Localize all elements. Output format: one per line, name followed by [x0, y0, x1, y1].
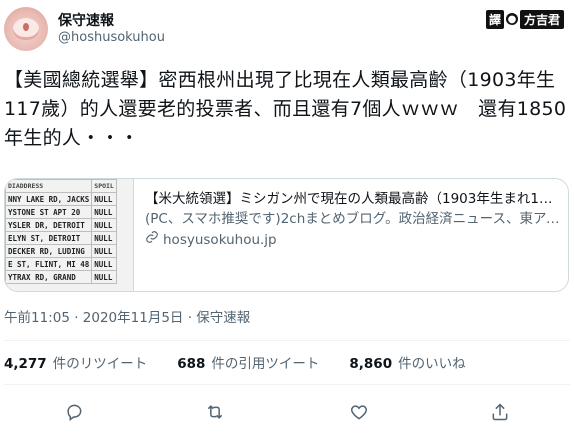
- table-row: YTRAX RD, GRAND NULL: [5, 270, 117, 284]
- tweet-timestamp[interactable]: 午前11:05 · 2020年11月5日 · 保守速報: [4, 306, 250, 326]
- table-row: DECKER RD, LUDING NULL: [5, 244, 117, 258]
- retweet-icon[interactable]: [203, 400, 227, 424]
- table-row: YSTONE ST APT 20 NULL: [5, 205, 117, 219]
- account-name[interactable]: 保守速報: [58, 10, 114, 30]
- table-cell: NULL: [91, 192, 117, 206]
- likes-count: 8,860: [349, 356, 393, 372]
- table-row: E ST, FLINT, MI 48 NULL: [5, 257, 117, 271]
- translator-watermark: 譯 ● 方吉君: [482, 8, 568, 30]
- table-row: NNY LAKE RD, JACKS NULL: [5, 192, 117, 206]
- divider: [4, 384, 570, 385]
- card-domain[interactable]: hosyusokuhou.jp: [145, 230, 561, 250]
- table-row: DIADDRESS SPOIL: [5, 179, 117, 193]
- card-domain-text: hosyusokuhou.jp: [163, 232, 277, 248]
- tweet-stats: 4,277 件のリツイート 688 件の引用ツイート 8,860 件のいいね: [4, 352, 570, 372]
- table-row: YSLER DR, DETROIT NULL: [5, 218, 117, 232]
- reply-icon[interactable]: [62, 400, 86, 424]
- table-cell: E ST, FLINT, MI 48: [5, 257, 93, 271]
- table-cell: NULL: [91, 231, 117, 245]
- card-info: 【米大統領選】ミシガン州で現在の人類最高齢（1903年生まれ117歳）より年上の…: [145, 189, 561, 250]
- tweet-actions: [0, 392, 574, 432]
- table-cell: YTRAX RD, GRAND: [5, 270, 93, 284]
- link-card[interactable]: DIADDRESS SPOIL NNY LAKE RD, JACKS NULL …: [4, 178, 569, 292]
- table-cell: YSLER DR, DETROIT: [5, 218, 93, 232]
- retweets-stat[interactable]: 4,277 件のリツイート: [4, 352, 147, 372]
- table-cell: DIADDRESS: [5, 179, 93, 193]
- watermark-part-1: 譯: [485, 9, 504, 29]
- table-cell: NULL: [91, 218, 117, 232]
- quotes-label: 件の引用ツイート: [211, 356, 320, 372]
- mochi-dot: [23, 23, 29, 31]
- link-icon: [145, 230, 159, 250]
- likes-stat[interactable]: 8,860 件のいいね: [349, 352, 465, 372]
- quotes-count: 688: [177, 356, 206, 372]
- card-thumbnail: DIADDRESS SPOIL NNY LAKE RD, JACKS NULL …: [5, 179, 134, 291]
- tweet-header: 保守速報 @hoshusokuhou 譯 ● 方吉君: [0, 0, 574, 60]
- table-cell: SPOIL: [91, 179, 117, 193]
- watermark-part-2: ●: [505, 13, 518, 25]
- quotes-stat[interactable]: 688 件の引用ツイート: [177, 352, 319, 372]
- watermark-part-3: 方吉君: [519, 9, 564, 29]
- likes-label: 件のいいね: [398, 356, 466, 372]
- table-cell: YSTONE ST APT 20: [5, 205, 93, 219]
- avatar[interactable]: [4, 7, 48, 51]
- table-cell: NULL: [91, 270, 117, 284]
- card-title[interactable]: 【米大統領選】ミシガン州で現在の人類最高齢（1903年生まれ117歳）より年上の…: [145, 189, 561, 209]
- thumbnail-table: DIADDRESS SPOIL NNY LAKE RD, JACKS NULL …: [5, 179, 117, 284]
- card-description: (PC、スマホ推奨です)2chまとめブログ。政治経済ニュース、東アジアニュースを…: [145, 211, 561, 227]
- tweet-text: 【美國總統選舉】密西根州出現了比現在人類最高齡（1903年生117歲）的人還要老…: [4, 69, 567, 149]
- table-cell: NNY LAKE RD, JACKS: [5, 192, 93, 206]
- retweets-count: 4,277: [4, 356, 47, 372]
- table-cell: DECKER RD, LUDING: [5, 244, 93, 258]
- like-icon[interactable]: [347, 400, 371, 424]
- account-handle[interactable]: @hoshusokuhou: [58, 30, 165, 45]
- retweets-label: 件のリツイート: [52, 356, 148, 372]
- table-cell: ELYN ST, DETROIT: [5, 231, 93, 245]
- table-cell: NULL: [91, 257, 117, 271]
- share-icon[interactable]: [488, 400, 512, 424]
- table-row: ELYN ST, DETROIT NULL: [5, 231, 117, 245]
- divider: [4, 340, 570, 341]
- table-cell: NULL: [91, 205, 117, 219]
- table-cell: NULL: [91, 244, 117, 258]
